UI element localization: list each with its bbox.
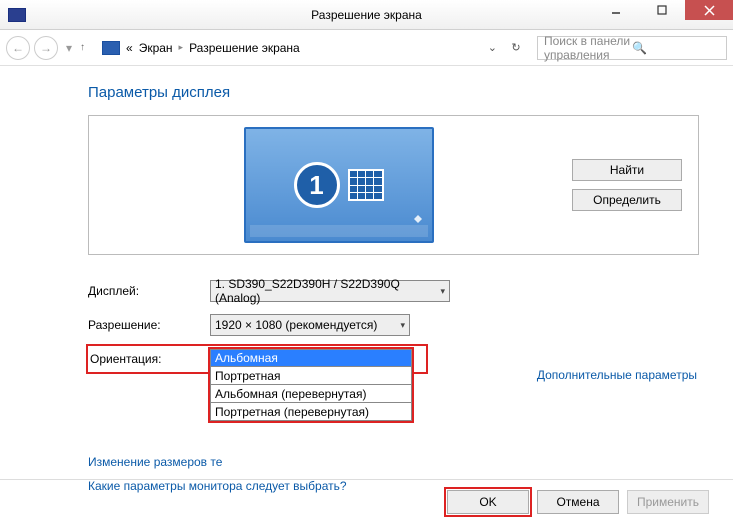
display-combobox[interactable]: 1. SD390_S22D390H / S22D390Q (Analog) ▾	[210, 280, 450, 302]
monitor-preview[interactable]: 1	[244, 127, 434, 243]
app-icon	[8, 8, 26, 22]
orientation-option[interactable]: Альбомная	[210, 349, 412, 367]
apply-button[interactable]: Применить	[627, 490, 709, 514]
orientation-option[interactable]: Альбомная (перевернутая)	[210, 385, 412, 403]
up-button[interactable]: ↑	[80, 42, 94, 53]
maximize-button[interactable]	[639, 0, 685, 20]
detect-button[interactable]: Определить	[572, 189, 682, 211]
window-controls	[593, 0, 733, 29]
content-area: Параметры дисплея 1 Найти Определить Дис…	[0, 66, 733, 515]
nav-bar: ← → ▾ ↑ « Экран ▸ Разрешение экрана ⌄ ↻ …	[0, 30, 733, 66]
breadcrumb-screen[interactable]: Экран	[139, 41, 173, 55]
chevron-right-icon: ▸	[179, 42, 184, 53]
chevron-down-icon: ▾	[440, 286, 445, 297]
resize-handle-icon	[410, 215, 426, 223]
resize-text-link[interactable]: Изменение размеров те	[88, 455, 699, 469]
window-title: Разрешение экрана	[311, 8, 422, 22]
chevron-down-icon: ▾	[400, 320, 405, 331]
breadcrumb-dropdown[interactable]: ⌄	[488, 41, 497, 54]
close-button[interactable]	[685, 0, 733, 20]
resolution-row: Разрешение: 1920 × 1080 (рекомендуется) …	[88, 311, 699, 339]
monitor-number-badge: 1	[294, 162, 340, 208]
monitor-icon	[102, 41, 120, 55]
display-row: Дисплей: 1. SD390_S22D390H / S22D390Q (A…	[88, 277, 699, 305]
resolution-value: 1920 × 1080 (рекомендуется)	[215, 318, 377, 332]
resolution-label: Разрешение:	[88, 318, 210, 332]
search-icon: 🔍	[632, 41, 720, 55]
breadcrumb-root: «	[126, 41, 133, 55]
search-input[interactable]: Поиск в панели управления 🔍	[537, 36, 727, 60]
minimize-button[interactable]	[593, 0, 639, 20]
keypad-icon	[348, 169, 384, 201]
monitor-panel: 1 Найти Определить	[88, 115, 699, 255]
forward-button[interactable]: →	[34, 36, 58, 60]
search-placeholder: Поиск в панели управления	[544, 34, 632, 62]
dialog-footer: OK Отмена Применить	[0, 479, 733, 523]
orientation-option[interactable]: Портретная	[210, 367, 412, 385]
breadcrumb-resolution[interactable]: Разрешение экрана	[189, 41, 300, 55]
refresh-button[interactable]: ↻	[505, 37, 527, 59]
back-button[interactable]: ←	[6, 36, 30, 60]
title-bar: Разрешение экрана	[0, 0, 733, 30]
cancel-button[interactable]: Отмена	[537, 490, 619, 514]
breadcrumb[interactable]: « Экран ▸ Разрешение экрана	[102, 41, 484, 55]
display-label: Дисплей:	[88, 284, 210, 298]
resolution-combobox[interactable]: 1920 × 1080 (рекомендуется) ▾	[210, 314, 410, 336]
advanced-settings-link[interactable]: Дополнительные параметры	[537, 368, 697, 382]
ok-button[interactable]: OK	[447, 490, 529, 514]
display-value: 1. SD390_S22D390H / S22D390Q (Analog)	[215, 277, 440, 305]
find-button[interactable]: Найти	[572, 159, 682, 181]
history-dropdown[interactable]: ▾	[62, 36, 76, 60]
orientation-dropdown-list: Альбомная Портретная Альбомная (переверн…	[208, 347, 414, 423]
orientation-option[interactable]: Портретная (перевернутая)	[210, 403, 412, 421]
orientation-label: Ориентация:	[90, 352, 208, 366]
page-title: Параметры дисплея	[88, 84, 699, 101]
